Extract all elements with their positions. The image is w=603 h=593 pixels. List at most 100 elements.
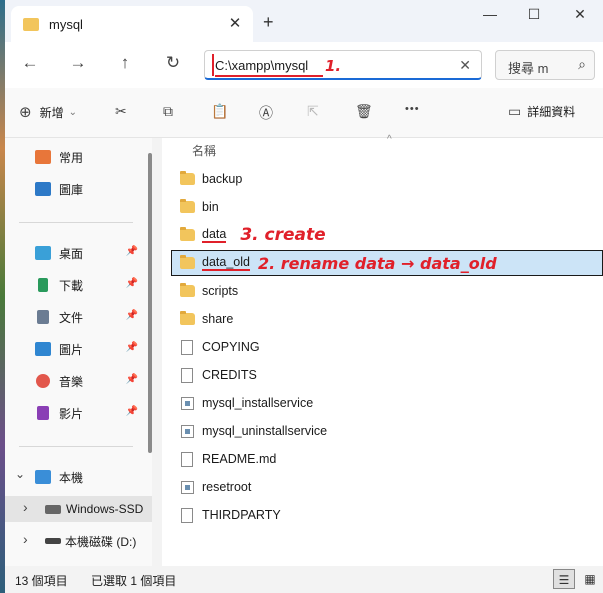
file-row[interactable]: COPYING <box>172 334 603 360</box>
file-row[interactable]: THIRDPARTY <box>172 502 603 528</box>
sidebar-item-home[interactable]: 常用 <box>5 144 152 170</box>
pin-icon[interactable]: 📌 <box>126 342 138 353</box>
video-icon <box>37 406 49 420</box>
minimize-button[interactable]: — <box>475 6 505 22</box>
window-close-button[interactable]: ✕ <box>565 6 595 23</box>
navigation-pane: 常用 圖庫 桌面 📌 下載 📌 文件 📌 圖片 📌 音樂 📌 影片 📌 ⌄ 本機… <box>5 138 152 566</box>
batch-file-icon <box>181 396 194 410</box>
file-row[interactable]: mysql_uninstallservice <box>172 418 603 444</box>
file-row[interactable]: bin <box>172 194 603 220</box>
music-icon <box>36 374 50 388</box>
expand-chevron-icon[interactable]: › <box>23 531 28 547</box>
file-row[interactable]: data 3. create <box>172 222 603 248</box>
sidebar-divider <box>19 446 133 447</box>
pin-icon[interactable]: 📌 <box>126 374 138 385</box>
file-name: COPYING <box>202 340 260 354</box>
folder-icon <box>180 311 195 325</box>
file-name: THIRDPARTY <box>202 508 281 522</box>
sidebar-label: 影片 <box>59 406 84 421</box>
folder-icon <box>180 255 195 269</box>
annotation-step3: 3. create <box>240 225 326 245</box>
address-bar[interactable]: C:\xampp\mysql 1. ✕ <box>204 50 482 80</box>
download-icon <box>38 278 48 292</box>
rename-button[interactable]: Ⓐ <box>259 103 273 123</box>
share-button[interactable]: ⇱ <box>307 103 319 120</box>
sidebar-label: 圖片 <box>59 342 84 357</box>
details-label: 詳細資料 <box>527 105 576 119</box>
sort-chevron-icon: ^ <box>387 134 392 145</box>
annotation-bracket <box>212 54 214 76</box>
collapse-chevron-icon[interactable]: ⌄ <box>15 467 25 481</box>
address-row: ← → ↑ ↻ C:\xampp\mysql 1. ✕ 搜尋 m ⌕ <box>5 42 603 88</box>
sidebar-item-this-pc[interactable]: ⌄ 本機 <box>5 464 152 490</box>
file-name: scripts <box>202 284 239 298</box>
refresh-button[interactable]: ↻ <box>160 53 186 73</box>
file-row[interactable]: mysql_installservice <box>172 390 603 416</box>
plus-icon: ⊕ <box>19 104 32 121</box>
copy-button[interactable]: ⧉ <box>163 103 173 120</box>
sidebar-item-drive-d[interactable]: › 本機磁碟 (D:) <box>5 528 152 554</box>
sidebar-scrollbar[interactable] <box>148 153 152 453</box>
sidebar-item-pictures[interactable]: 圖片 📌 <box>5 336 152 362</box>
delete-button[interactable]: 🗑 <box>355 103 373 120</box>
file-row[interactable]: resetroot <box>172 474 603 500</box>
annotation-underline <box>215 75 323 77</box>
sidebar-divider <box>19 222 133 223</box>
details-pane-button[interactable]: ▭ 詳細資料 <box>508 103 575 120</box>
sidebar-label: Windows-SSD <box>66 502 144 516</box>
file-icon <box>181 507 193 523</box>
sidebar-item-windows-ssd[interactable]: › Windows-SSD <box>5 496 152 522</box>
clear-address-icon[interactable]: ✕ <box>459 57 471 74</box>
chevron-down-icon: ⌄ <box>68 106 77 118</box>
drive-icon <box>45 538 61 544</box>
file-row[interactable]: README.md <box>172 446 603 472</box>
file-name: CREDITS <box>202 368 257 382</box>
cut-button[interactable]: ✂ <box>115 103 127 120</box>
item-count: 13 個項目 <box>15 574 68 588</box>
pin-icon[interactable]: 📌 <box>126 406 138 417</box>
pin-icon[interactable]: 📌 <box>126 310 138 321</box>
sidebar-item-videos[interactable]: 影片 📌 <box>5 400 152 426</box>
more-options-button[interactable]: ••• <box>405 103 420 115</box>
details-view-button[interactable]: ☰ <box>553 569 575 589</box>
paste-button[interactable]: 📋 <box>211 103 228 120</box>
file-name: data_old <box>202 255 250 271</box>
status-bar: 13 個項目 已選取 1 個項目 ☰ ▦ <box>5 566 603 593</box>
tab-title: mysql <box>49 16 83 32</box>
details-pane-icon: ▭ <box>508 103 522 119</box>
new-button[interactable]: ⊕ 新增 ⌄ <box>19 103 77 121</box>
up-button[interactable]: ↑ <box>112 53 138 73</box>
file-row[interactable]: scripts <box>172 278 603 304</box>
search-icon[interactable]: ⌕ <box>578 56 586 73</box>
file-row-selected[interactable]: data_old 2. rename data → data_old <box>171 250 603 276</box>
close-tab-icon[interactable]: ✕ <box>225 14 245 32</box>
drive-icon <box>45 504 61 514</box>
title-bar: mysql ✕ + — ☐ ✕ <box>5 0 603 46</box>
file-icon <box>181 451 193 467</box>
file-row[interactable]: share <box>172 306 603 332</box>
maximize-button[interactable]: ☐ <box>519 6 549 23</box>
sidebar-item-music[interactable]: 音樂 📌 <box>5 368 152 394</box>
annotation-step1: 1. <box>325 57 342 75</box>
pin-icon[interactable]: 📌 <box>126 278 138 289</box>
column-header-name[interactable]: 名稱 <box>192 142 216 159</box>
sidebar-item-downloads[interactable]: 下載 📌 <box>5 272 152 298</box>
home-icon <box>35 150 51 164</box>
expand-chevron-icon[interactable]: › <box>23 499 28 515</box>
tab-mysql[interactable]: mysql ✕ <box>11 6 253 42</box>
back-button[interactable]: ← <box>17 53 43 73</box>
sidebar-item-desktop[interactable]: 桌面 📌 <box>5 240 152 266</box>
pin-icon[interactable]: 📌 <box>126 246 138 257</box>
sidebar-label: 圖庫 <box>59 182 84 197</box>
file-row[interactable]: CREDITS <box>172 362 603 388</box>
file-row[interactable]: backup <box>172 166 603 192</box>
tiles-view-button[interactable]: ▦ <box>579 569 601 589</box>
forward-button[interactable]: → <box>65 53 91 73</box>
search-input[interactable]: 搜尋 m ⌕ <box>495 50 595 80</box>
command-toolbar: ⊕ 新增 ⌄ ✂ ⧉ 📋 Ⓐ ⇱ 🗑 ••• ▭ 詳細資料 <box>5 88 603 138</box>
new-tab-button[interactable]: + <box>263 12 274 33</box>
file-name: mysql_installservice <box>202 396 314 410</box>
sidebar-item-documents[interactable]: 文件 📌 <box>5 304 152 330</box>
sidebar-item-gallery[interactable]: 圖庫 <box>5 176 152 202</box>
address-path[interactable]: C:\xampp\mysql <box>215 58 308 73</box>
